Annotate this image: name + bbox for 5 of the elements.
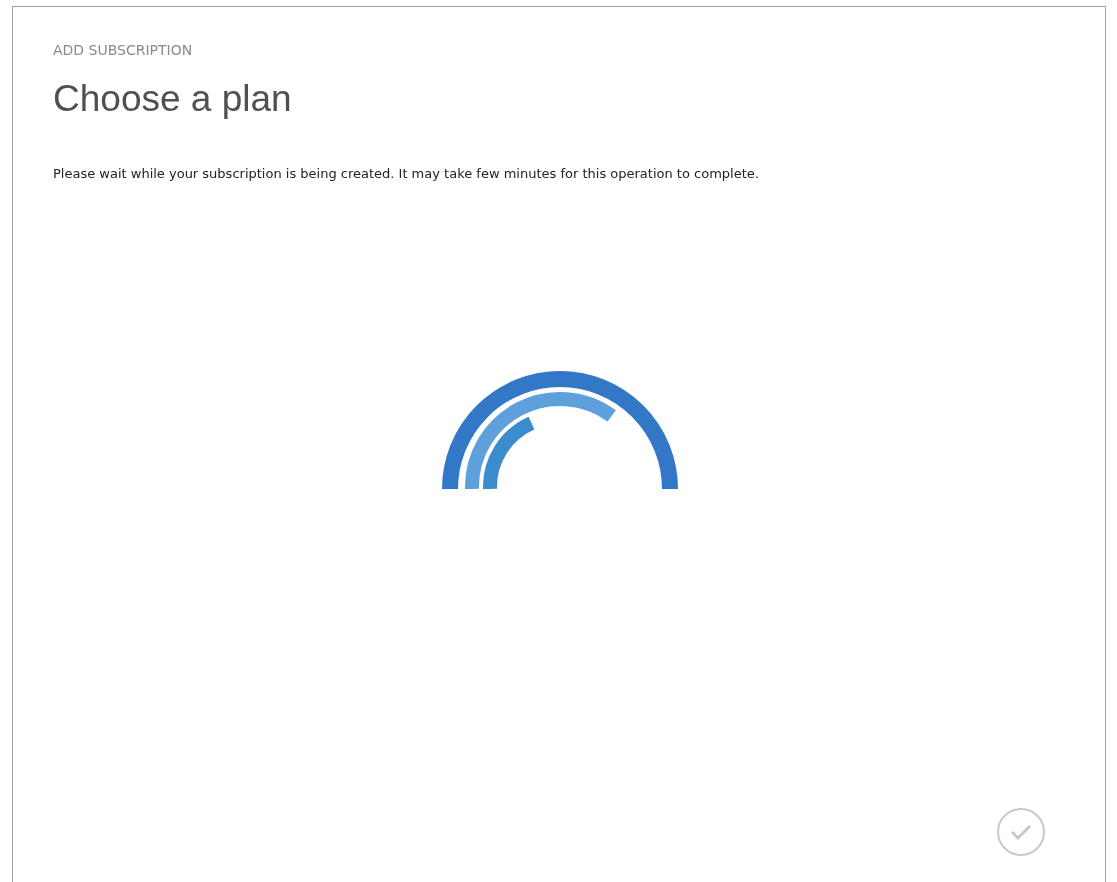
loading-spinner-icon (442, 369, 678, 489)
section-label: ADD SUBSCRIPTION (53, 41, 194, 59)
dialog-title: Choose a plan (53, 77, 293, 121)
checkmark-icon (1009, 822, 1033, 842)
status-message: Please wait while your subscription is being created. It may take few minutes for this operation to complete. (53, 165, 760, 183)
